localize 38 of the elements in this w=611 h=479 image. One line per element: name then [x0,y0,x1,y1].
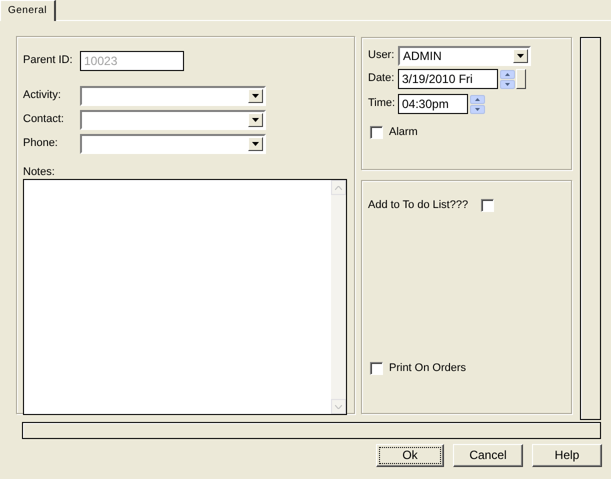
dropdown-button[interactable] [248,112,263,126]
dropdown-button[interactable] [513,49,528,63]
dropdown-field[interactable] [80,134,266,154]
checkbox[interactable] [370,362,383,376]
scroll-down-icon[interactable] [331,399,346,414]
field-label: Activity: [23,88,62,102]
checkbox-label: Alarm [389,126,418,140]
dropdown-button[interactable] [248,88,263,102]
spin-buttons[interactable] [500,70,515,88]
scrollbar[interactable] [331,180,346,414]
date-field[interactable]: 3/19/2010 Fri [398,69,498,89]
field-label: Notes: [23,166,55,180]
field-label: Contact: [23,112,65,126]
caret-icon [517,54,524,58]
field-label: Time: [368,97,396,111]
field-label: User: [368,49,396,63]
dialog-button[interactable]: Help [532,444,602,467]
notes-field[interactable] [23,179,347,416]
field-label: Parent ID: [23,54,74,68]
checkbox-label: Add to To do List??? [368,199,468,212]
field-label: Phone: [23,136,59,150]
checkbox[interactable] [481,199,494,212]
calendar-button[interactable] [516,69,526,89]
checkbox-label: Print On Orders [389,362,466,376]
caret-icon [252,94,259,98]
dropdown-field[interactable] [80,110,266,130]
dropdown-field[interactable] [80,86,266,106]
field-label: Date: [368,72,396,86]
dialog-button[interactable]: Ok [376,444,444,467]
dialog-button[interactable]: Cancel [453,444,523,467]
caret-icon [252,118,259,122]
user-dropdown[interactable]: ADMIN [398,46,531,66]
caret-icon [252,142,259,146]
spin-buttons[interactable] [470,94,485,114]
tab[interactable]: General [0,0,56,21]
time-field[interactable]: 04:30pm [398,94,468,114]
dropdown-button[interactable] [248,136,263,150]
checkbox[interactable] [370,126,383,140]
